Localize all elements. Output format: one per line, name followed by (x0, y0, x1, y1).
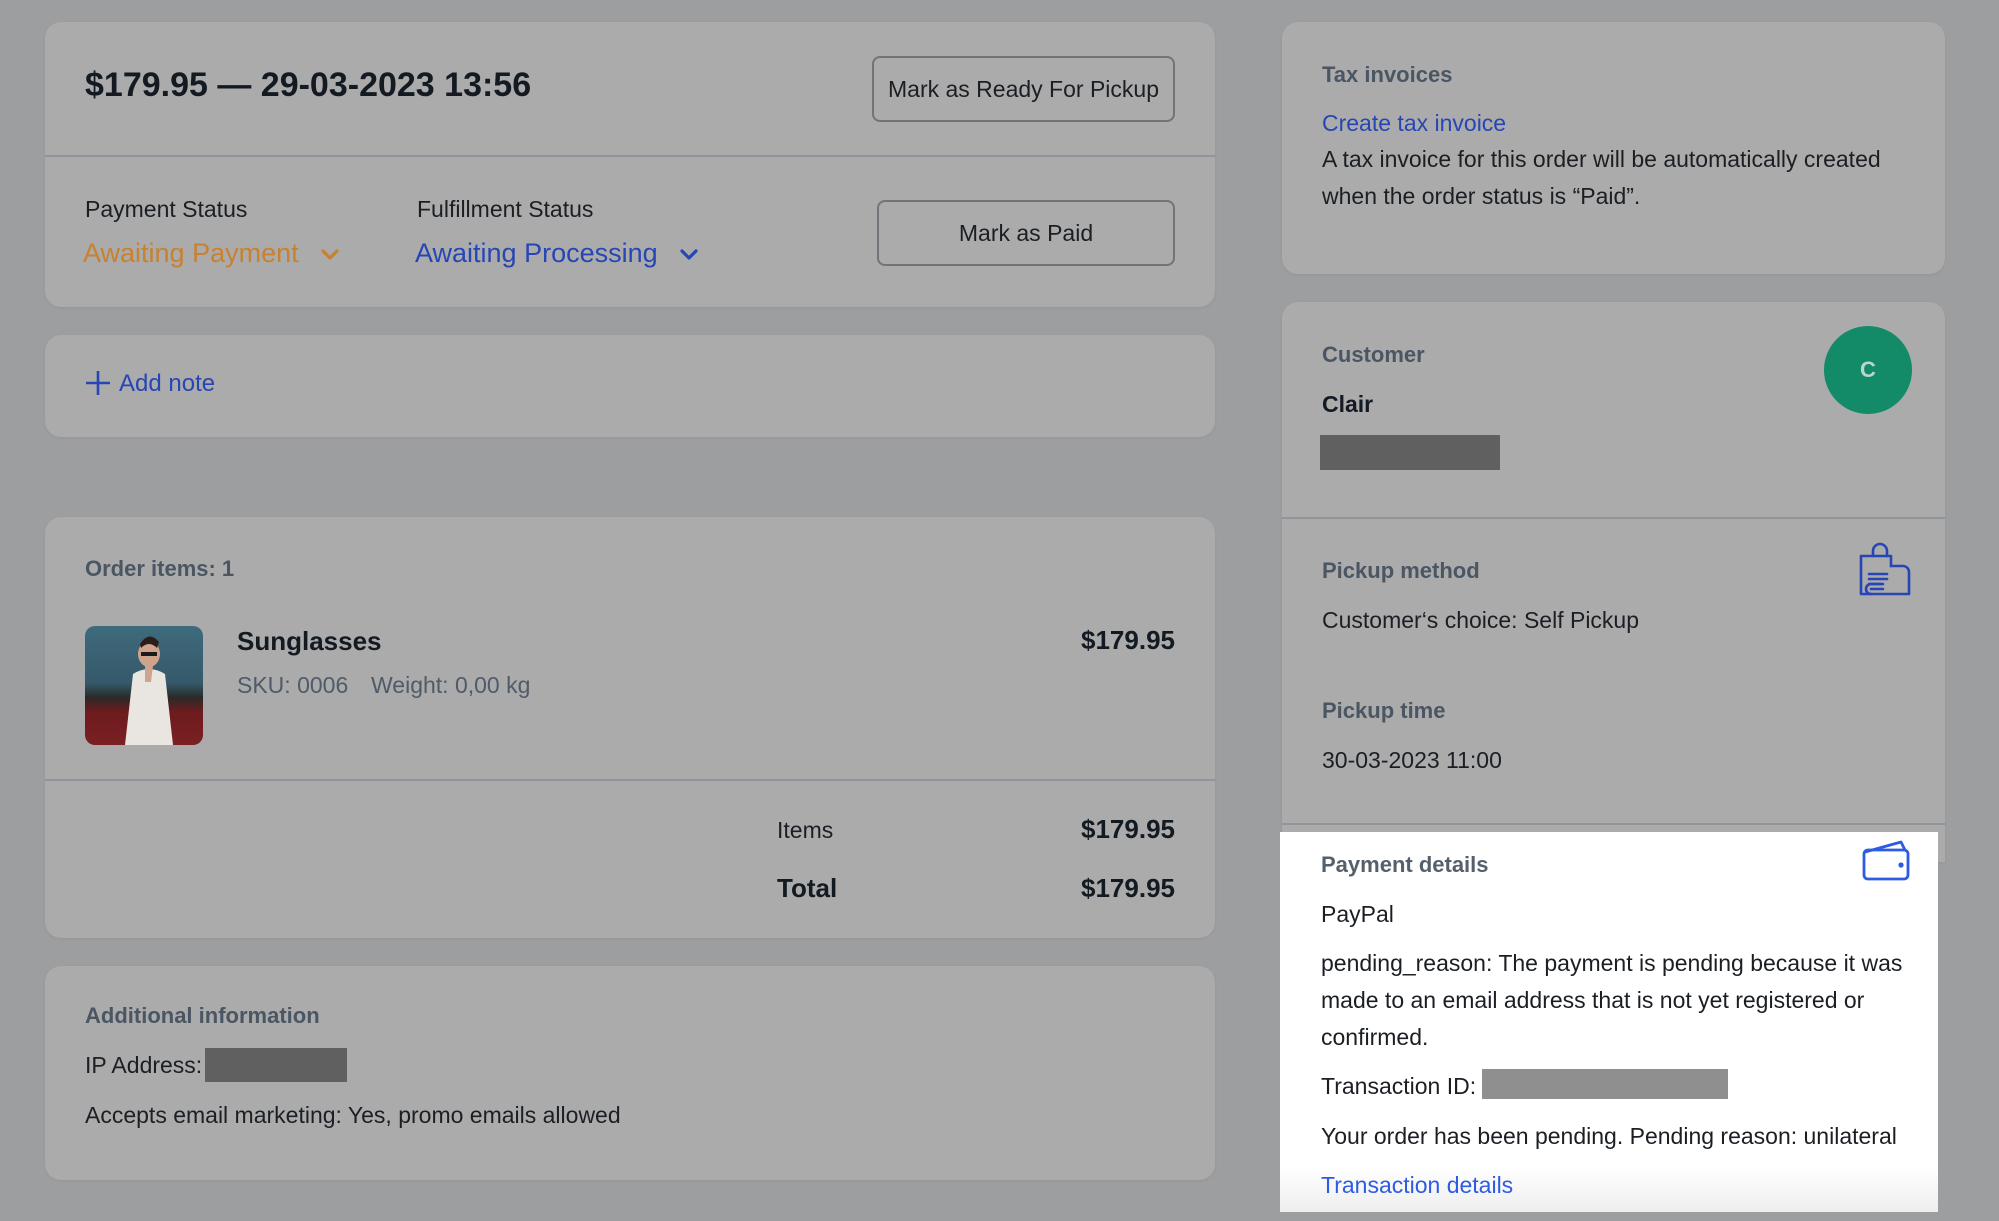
create-tax-invoice-link[interactable]: Create tax invoice (1322, 110, 1506, 137)
payment-status-dropdown[interactable]: Awaiting Payment (83, 238, 340, 269)
product-weight: Weight: 0,00 kg (371, 672, 531, 698)
payment-status-label: Payment Status (85, 196, 248, 222)
items-subtotal-label: Items (777, 817, 834, 843)
fulfillment-status-label: Fulfillment Status (417, 196, 594, 222)
product-price: $179.95 (1081, 625, 1175, 655)
product-name[interactable]: Sunglasses (237, 626, 382, 657)
customer-divider (1282, 517, 1945, 519)
ip-address-label: IP Address: (85, 1052, 203, 1078)
avatar-initial: C (1860, 357, 1876, 382)
payment-details-panel: Payment details PayPal pending_reason: T… (1280, 832, 1938, 1212)
shopping-bag-hand-icon (1859, 542, 1911, 596)
chevron-down-icon (321, 249, 339, 260)
mark-ready-for-pickup-button[interactable]: Mark as Ready For Pickup (872, 56, 1175, 122)
additional-info-heading: Additional information (85, 1003, 320, 1028)
pending-reason-line3: confirmed. (1321, 1024, 1429, 1050)
email-marketing-status: Accepts email marketing: Yes, promo emai… (85, 1102, 621, 1128)
order-title: $179.95 — 29-03-2023 13:56 (85, 66, 532, 104)
chevron-down-icon (680, 249, 698, 260)
pending-note: Your order has been pending. Pending rea… (1321, 1123, 1897, 1149)
ip-address-redacted (205, 1048, 347, 1082)
additional-info-card: Additional information IP Address: Accep… (45, 966, 1215, 1180)
order-items-card: Order items: 1 Sunglasses SKU: 0006 Weig… (45, 517, 1215, 938)
customer-name[interactable]: Clair (1322, 391, 1373, 418)
order-status-card: $179.95 — 29-03-2023 13:56 Mark as Ready… (45, 22, 1215, 307)
total-label: Total (777, 873, 838, 903)
add-note-label: Add note (119, 370, 216, 397)
add-note-button[interactable]: Add note (85, 370, 215, 398)
plus-icon (86, 371, 110, 395)
note-card: Add note (45, 335, 1215, 437)
transaction-id-redacted (1482, 1069, 1728, 1099)
pickup-time-value: 30-03-2023 11:00 (1322, 747, 1502, 773)
fulfillment-status-dropdown[interactable]: Awaiting Processing (415, 238, 699, 269)
customer-contact-redacted (1320, 435, 1500, 470)
transaction-details-link[interactable]: Transaction details (1321, 1172, 1513, 1199)
items-divider (45, 779, 1215, 781)
product-photo (125, 636, 173, 745)
total-value: $179.95 (1081, 873, 1175, 903)
tax-invoices-card: Tax invoices Create tax invoice A tax in… (1282, 22, 1945, 274)
tax-invoice-note-line2: when the order status is “Paid”. (1322, 183, 1641, 209)
product-sku: SKU: 0006 (237, 672, 349, 698)
mark-as-paid-button[interactable]: Mark as Paid (877, 200, 1175, 266)
pickup-method-value: Customer‘s choice: Self Pickup (1322, 607, 1640, 633)
payment-method: PayPal (1321, 901, 1394, 927)
fulfillment-status-value: Awaiting Processing (415, 238, 658, 268)
items-subtotal-value: $179.95 (1081, 814, 1175, 844)
customer-avatar[interactable]: C (1824, 326, 1912, 414)
pending-reason-line2: made to an email address that is not yet… (1321, 987, 1865, 1013)
pickup-time-heading: Pickup time (1322, 698, 1446, 723)
payment-details-heading: Payment details (1321, 852, 1489, 877)
payment-status-value: Awaiting Payment (83, 238, 299, 268)
order-card-divider (45, 155, 1215, 157)
wallet-icon (1862, 840, 1910, 881)
tax-invoice-note-line1: A tax invoice for this order will be aut… (1322, 146, 1881, 172)
transaction-id-label: Transaction ID: (1321, 1073, 1477, 1099)
tax-invoices-heading: Tax invoices (1322, 62, 1453, 87)
pickup-method-heading: Pickup method (1322, 558, 1480, 583)
product-thumbnail[interactable] (85, 626, 203, 745)
customer-heading: Customer (1322, 342, 1425, 367)
pickup-divider (1282, 823, 1945, 825)
customer-card: Customer Clair C Pickup method Customer‘… (1282, 302, 1945, 862)
order-items-heading: Order items: 1 (85, 556, 235, 581)
pending-reason-line1: pending_reason: The payment is pending b… (1321, 950, 1903, 976)
